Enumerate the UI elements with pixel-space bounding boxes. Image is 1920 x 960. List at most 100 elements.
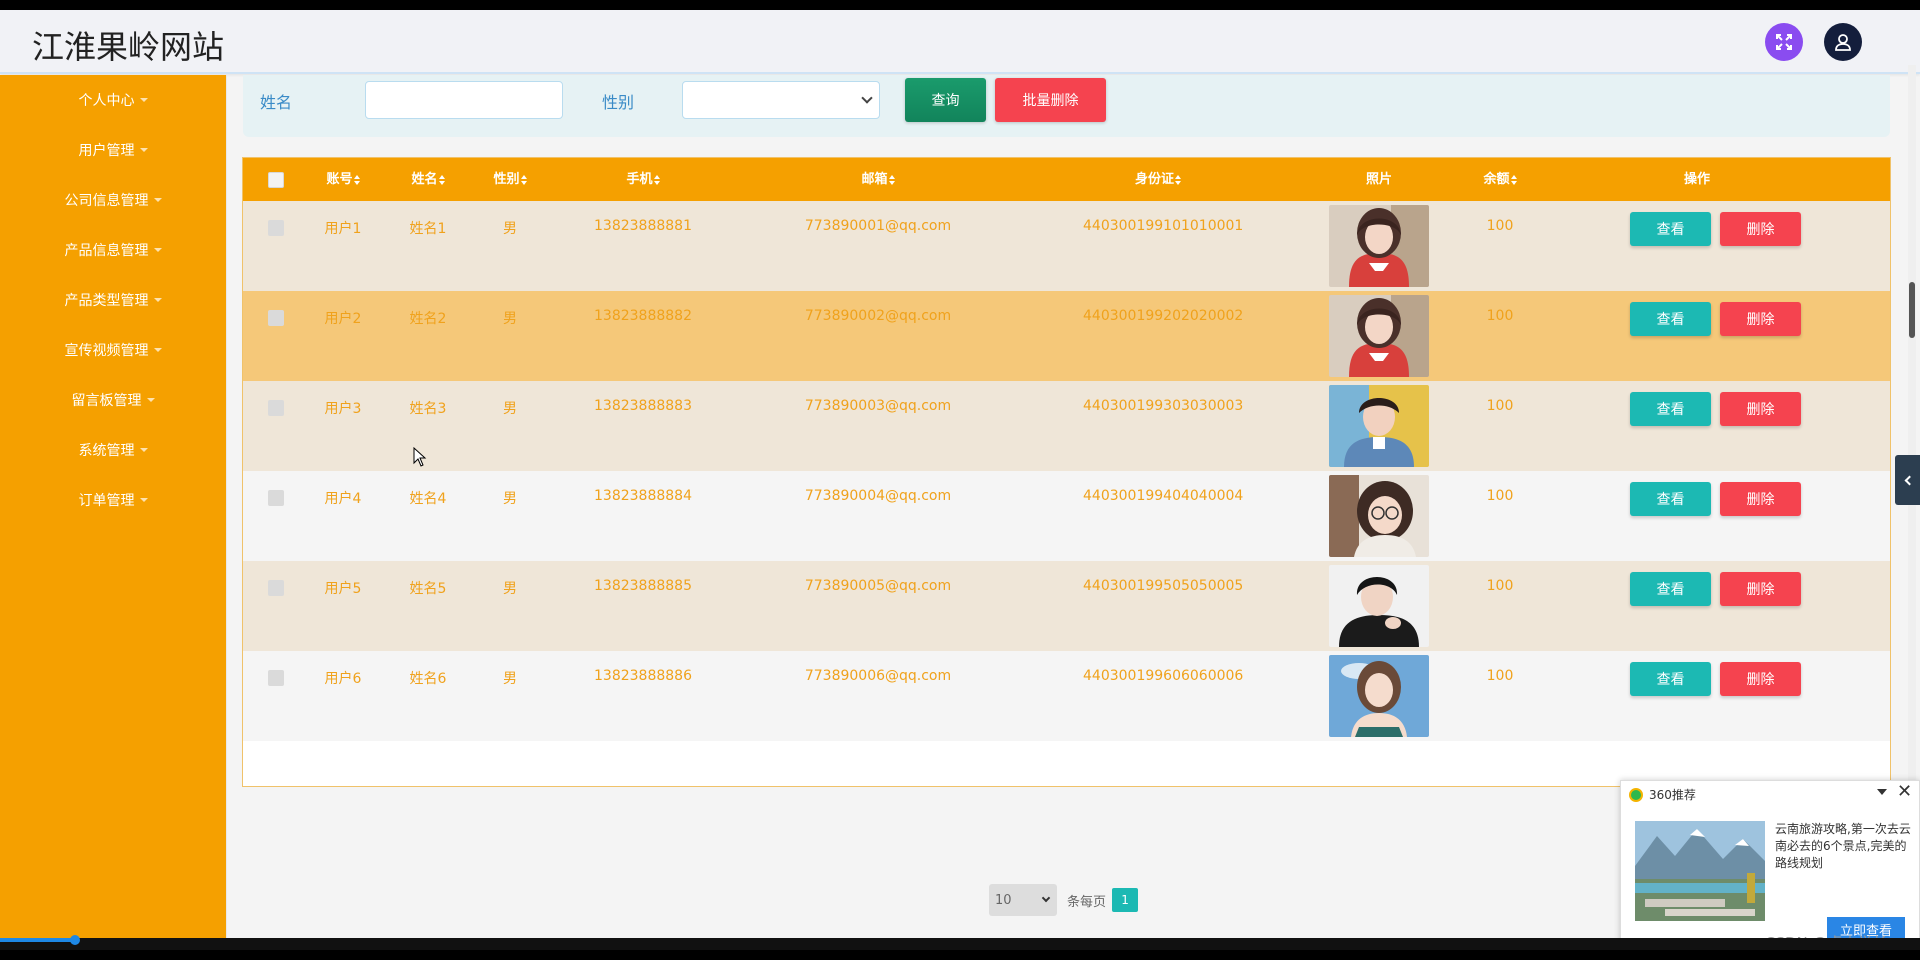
collapse-icon[interactable]: [1877, 789, 1887, 795]
view-button[interactable]: 查看: [1630, 572, 1711, 606]
select-all-checkbox[interactable]: [268, 172, 284, 188]
delete-button[interactable]: 删除: [1720, 212, 1801, 246]
row-checkbox[interactable]: [268, 220, 284, 236]
cell-email: 773890002@qq.com: [804, 308, 952, 324]
delete-button[interactable]: 删除: [1720, 392, 1801, 426]
caret-down-icon: [139, 98, 148, 102]
col-id-card[interactable]: 身份证: [1108, 158, 1208, 201]
cell-gender: 男: [503, 221, 517, 237]
batch-delete-button[interactable]: 批量删除: [995, 78, 1106, 122]
col-name[interactable]: 姓名: [398, 158, 458, 201]
sidebar-item-label: 系统管理: [78, 443, 135, 459]
search-bar: 姓名 性别 查询 批量删除: [243, 75, 1890, 137]
sidebar-item[interactable]: 产品信息管理: [0, 225, 226, 275]
gender-select[interactable]: [682, 81, 880, 119]
cell-id-card: 440300199202020002: [1083, 308, 1244, 324]
table-row: 用户1 姓名1 男 13823888881 773890001@qq.com 440300…: [243, 201, 1890, 291]
cell-phone: 13823888886: [594, 668, 692, 684]
cell-id-card: 440300199101010001: [1083, 218, 1244, 234]
delete-button[interactable]: 删除: [1720, 482, 1801, 516]
sort-icon: [520, 174, 527, 185]
scrollbar-thumb[interactable]: [1909, 282, 1915, 338]
page-size-select[interactable]: 10: [989, 884, 1057, 916]
sidebar-item[interactable]: 宣传视频管理: [0, 325, 226, 375]
col-account[interactable]: 账号: [313, 158, 373, 201]
row-checkbox[interactable]: [268, 400, 284, 416]
cell-phone: 13823888884: [594, 488, 692, 504]
bottom-bar: [0, 938, 1920, 950]
sidebar-item[interactable]: 公司信息管理: [0, 175, 226, 225]
sidebar-item[interactable]: 订单管理: [0, 475, 226, 525]
cell-name: 姓名5: [409, 581, 447, 597]
view-button[interactable]: 查看: [1630, 212, 1711, 246]
sidebar-item-label: 个人中心: [78, 93, 135, 109]
caret-down-icon: [153, 248, 162, 252]
row-checkbox[interactable]: [268, 580, 284, 596]
cell-account: 用户3: [324, 401, 362, 417]
sort-icon: [438, 174, 445, 185]
sort-icon: [653, 174, 660, 185]
top-header: 江淮果岭网站: [0, 10, 1920, 74]
popup-image[interactable]: [1635, 821, 1765, 921]
row-checkbox[interactable]: [268, 670, 284, 686]
side-panel-toggle[interactable]: [1895, 455, 1920, 505]
delete-button[interactable]: 删除: [1720, 572, 1801, 606]
close-icon[interactable]: ✕: [1897, 781, 1912, 802]
caret-down-icon: [146, 398, 155, 402]
col-balance[interactable]: 余额: [1470, 158, 1530, 201]
cell-email: 773890003@qq.com: [804, 398, 952, 414]
site-title: 江淮果岭网站: [32, 28, 225, 66]
progress-handle[interactable]: [70, 935, 80, 945]
page-number-button[interactable]: 1: [1112, 888, 1139, 912]
user-photo: [1329, 205, 1429, 287]
user-table: 账号 姓名 性别 手机 邮箱 身份证 照片 余额 操作 用户1 姓名1 男 13823…: [242, 157, 1891, 787]
sidebar-item[interactable]: 用户管理: [0, 125, 226, 175]
user-photo: [1329, 565, 1429, 647]
user-icon: [1835, 34, 1851, 51]
user-photo: [1329, 295, 1429, 377]
user-photo: [1329, 475, 1429, 557]
query-button[interactable]: 查询: [905, 78, 986, 122]
user-menu-button[interactable]: [1824, 23, 1862, 61]
view-button[interactable]: 查看: [1630, 302, 1711, 336]
col-gender[interactable]: 性别: [480, 158, 540, 201]
cell-gender: 男: [503, 581, 517, 597]
delete-button[interactable]: 删除: [1720, 302, 1801, 336]
delete-button[interactable]: 删除: [1720, 662, 1801, 696]
sidebar-item[interactable]: 留言板管理: [0, 375, 226, 425]
table-row: 用户3 姓名3 男 13823888883 773890003@qq.com 440300…: [243, 381, 1890, 471]
row-checkbox[interactable]: [268, 490, 284, 506]
caret-down-icon: [139, 148, 148, 152]
table-header: 账号 姓名 性别 手机 邮箱 身份证 照片 余额 操作: [243, 158, 1890, 201]
sort-icon: [353, 174, 360, 185]
sort-icon: [1510, 174, 1517, 185]
cell-email: 773890004@qq.com: [804, 488, 952, 504]
gender-label: 性别: [602, 93, 635, 112]
cell-name: 姓名6: [409, 671, 447, 687]
col-email[interactable]: 邮箱: [838, 158, 918, 201]
fullscreen-button[interactable]: [1765, 23, 1803, 61]
table-row: 用户5 姓名5 男 13823888885 773890005@qq.com 440300…: [243, 561, 1890, 651]
sidebar-item-label: 公司信息管理: [64, 193, 149, 209]
view-button[interactable]: 查看: [1630, 662, 1711, 696]
row-checkbox[interactable]: [268, 310, 284, 326]
cell-name: 姓名4: [409, 491, 447, 507]
sidebar-item-label: 留言板管理: [71, 393, 142, 409]
cell-email: 773890006@qq.com: [804, 668, 952, 684]
sidebar-item[interactable]: 系统管理: [0, 425, 226, 475]
sidebar-item-label: 宣传视频管理: [64, 343, 149, 359]
sidebar-item[interactable]: 产品类型管理: [0, 275, 226, 325]
name-label: 姓名: [260, 93, 293, 112]
sidebar-item-label: 用户管理: [78, 143, 135, 159]
view-button[interactable]: 查看: [1630, 392, 1711, 426]
sidebar-item[interactable]: 个人中心: [0, 75, 226, 125]
col-phone[interactable]: 手机: [603, 158, 683, 201]
sidebar-item-label: 订单管理: [78, 493, 135, 509]
table-row: 用户6 姓名6 男 13823888886 773890006@qq.com 440300…: [243, 651, 1890, 741]
app-screen: 江淮果岭网站 个人中心用户管理公司信息管理产品信息管理 产品类型管理宣传视频管理留…: [0, 10, 1920, 950]
name-search-input[interactable]: [365, 81, 563, 119]
cell-name: 姓名2: [409, 311, 447, 327]
cell-email: 773890005@qq.com: [804, 578, 952, 594]
view-button[interactable]: 查看: [1630, 482, 1711, 516]
popup-text[interactable]: 云南旅游攻略,第一次去云南必去的6个景点,完美的路线规划: [1775, 821, 1915, 872]
